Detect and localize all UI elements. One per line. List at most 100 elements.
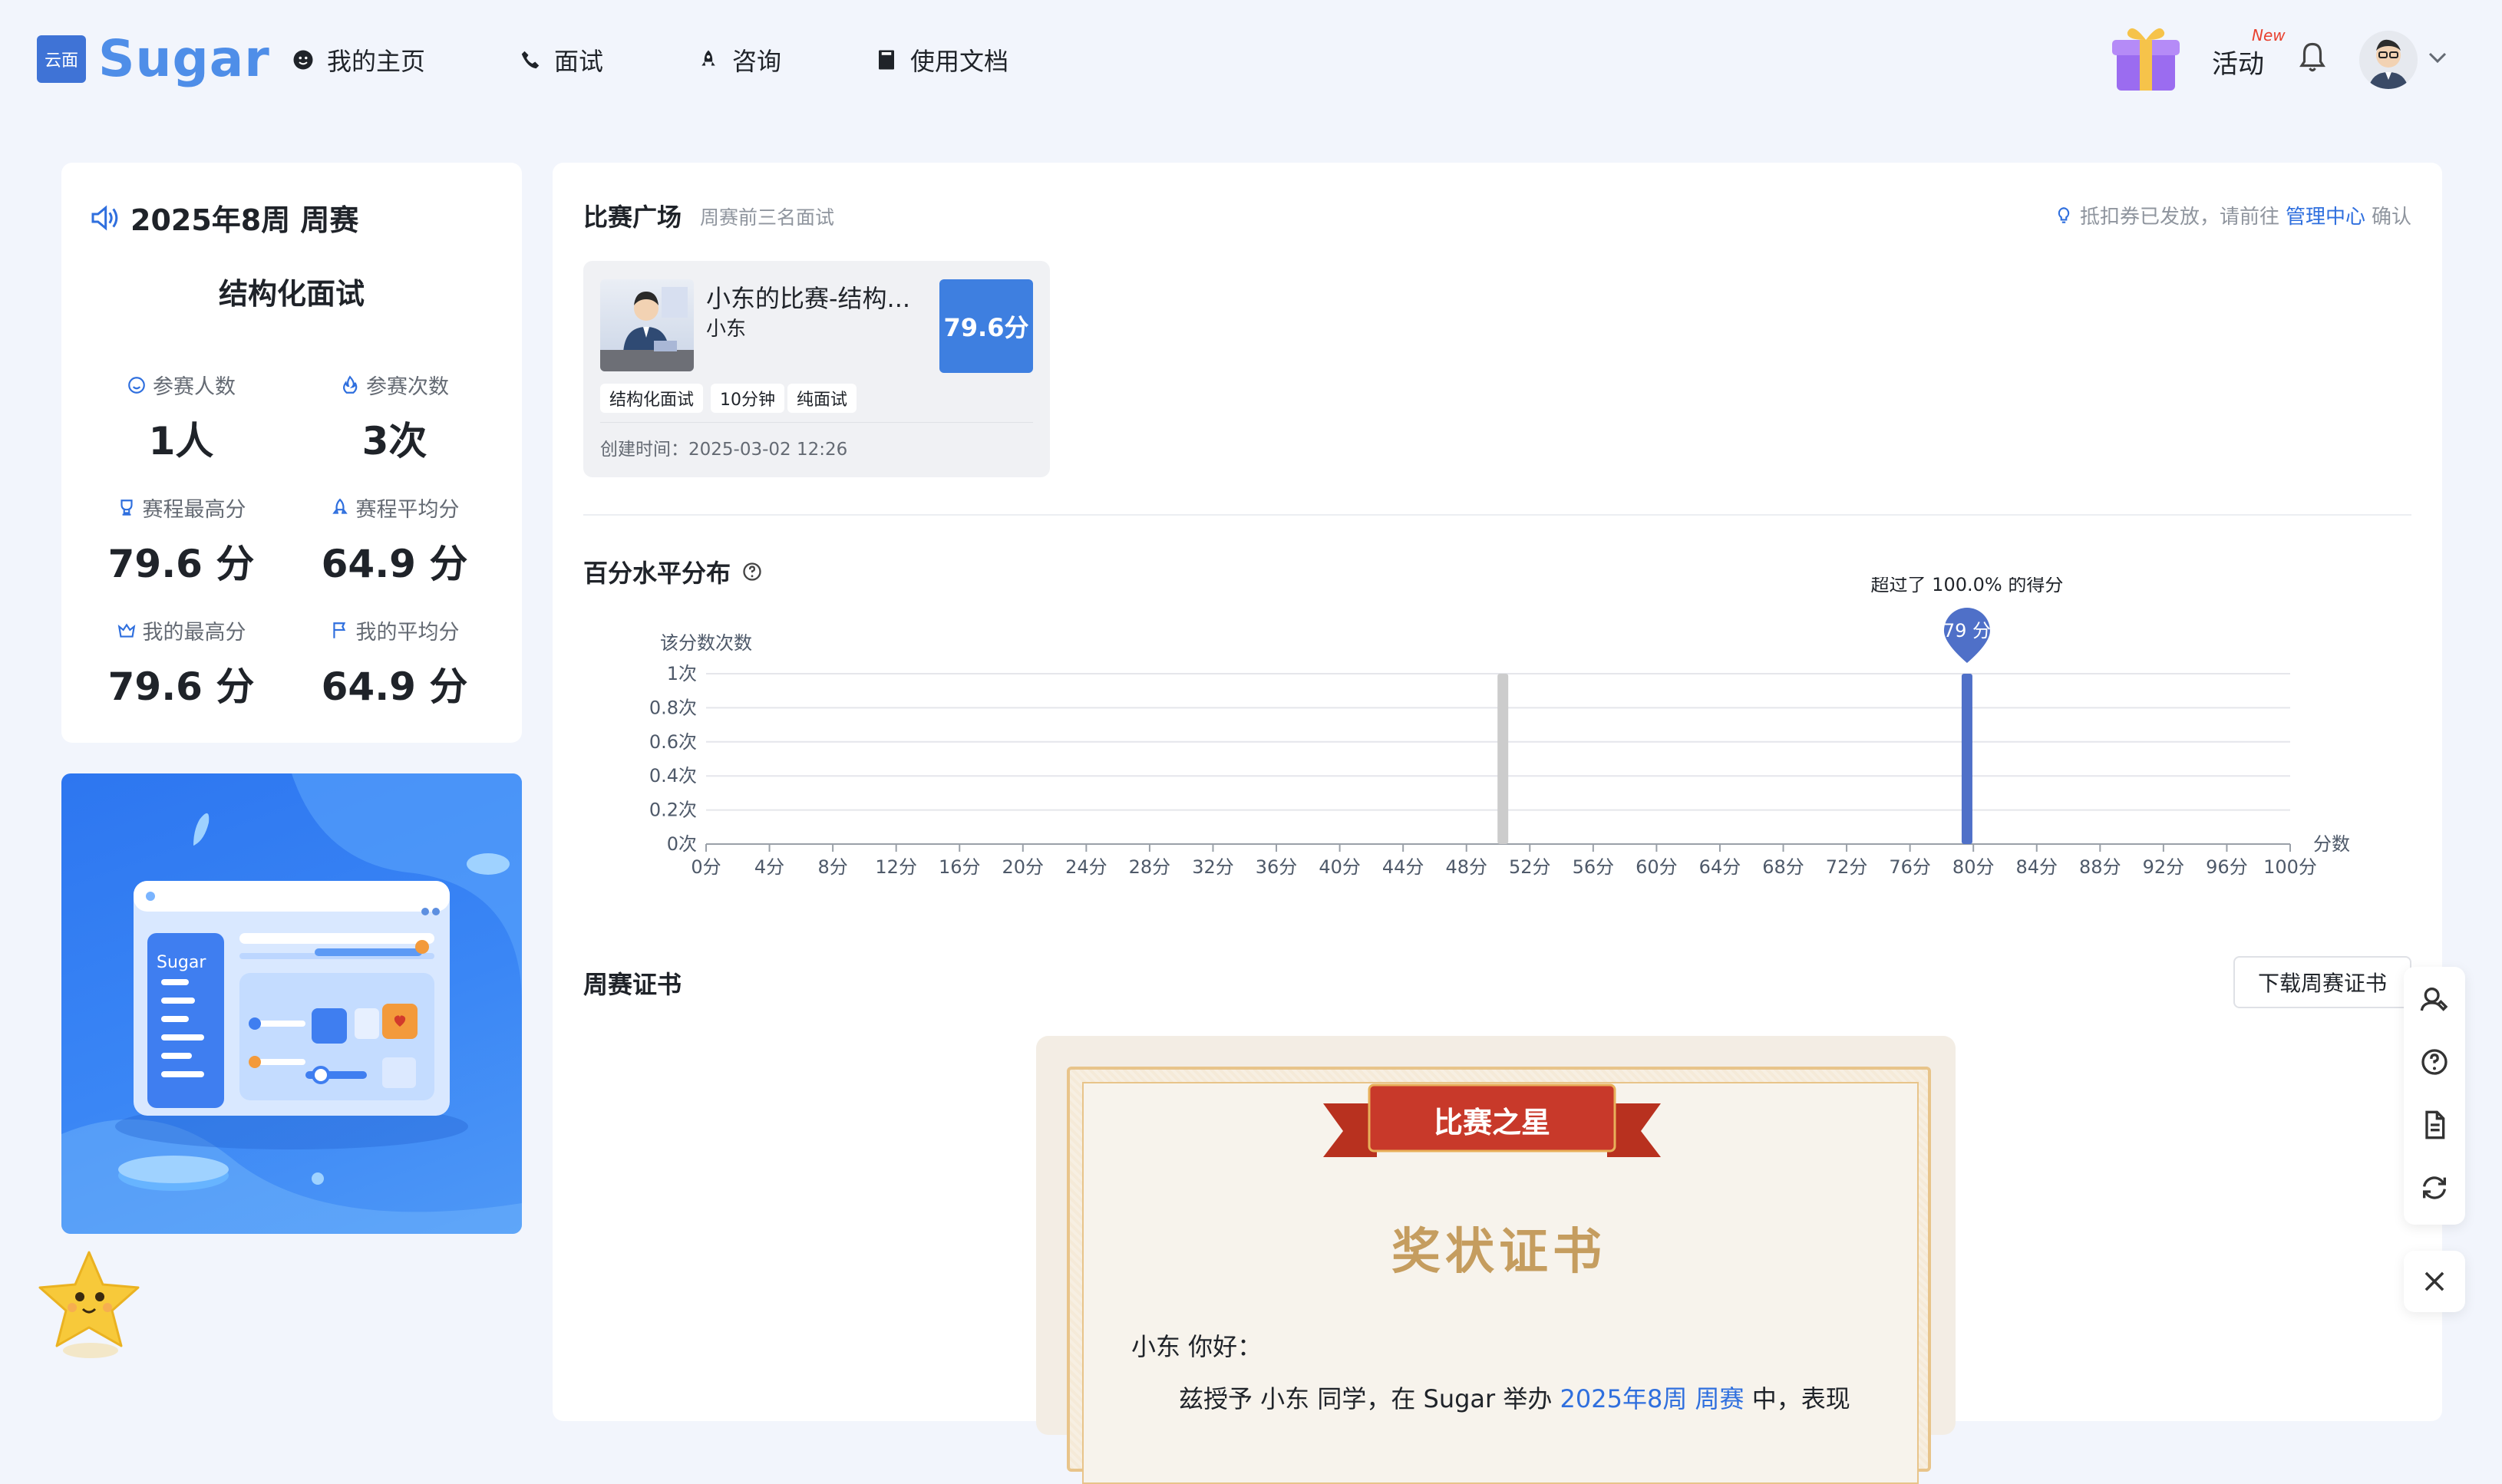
rocket-icon bbox=[332, 498, 348, 514]
competition-thumbnail bbox=[600, 279, 694, 371]
new-badge: New bbox=[2252, 26, 2286, 45]
x-tick-label: 96分 bbox=[2206, 856, 2248, 878]
stat-value: 64.9 分 bbox=[321, 665, 468, 709]
star-mascot-icon[interactable] bbox=[35, 1248, 143, 1363]
competition-title: 比赛广场 bbox=[583, 203, 682, 232]
competition-score: 79.6分 bbox=[939, 279, 1033, 373]
flame-icon bbox=[343, 374, 358, 394]
bar bbox=[1497, 674, 1509, 844]
x-tick-label: 88分 bbox=[2079, 856, 2121, 878]
competition-subtitle: 周赛前三名面试 bbox=[700, 206, 835, 229]
refresh-icon[interactable] bbox=[2419, 1172, 2450, 1203]
x-tick-label: 44分 bbox=[1382, 856, 1424, 878]
x-tick-label: 68分 bbox=[1762, 856, 1804, 878]
stat-value: 3次 bbox=[361, 419, 427, 463]
certificate-body-text: 兹授予 小东 同学，在 Sugar 举办 bbox=[1179, 1384, 1553, 1413]
nav-interview[interactable]: 面试 bbox=[519, 43, 603, 77]
certificate-body: 兹授予 小东 同学，在 Sugar 举办 2025年8周 周赛 中，表现 bbox=[1179, 1380, 1850, 1415]
certificate-title: 奖状证书 bbox=[1391, 1224, 1606, 1281]
stat-my-avg: 我的平均分 64.9 分 bbox=[302, 615, 487, 711]
x-tick-label: 80分 bbox=[1952, 856, 1995, 878]
stats-subtitle: 结构化面试 bbox=[218, 277, 365, 311]
stats-title-text: 2025年8周 周赛 bbox=[130, 203, 359, 237]
stat-value: 79.6 分 bbox=[107, 542, 255, 586]
phone-icon bbox=[521, 51, 540, 69]
stat-value: 1人 bbox=[148, 419, 214, 463]
download-certificate-button[interactable]: 下载周赛证书 bbox=[2233, 956, 2411, 1008]
help-icon[interactable] bbox=[2419, 1047, 2450, 1077]
stat-participants: 参赛人数 1人 bbox=[89, 370, 273, 466]
nav-home[interactable]: 我的主页 bbox=[292, 43, 425, 77]
competition-owner: 小东 bbox=[706, 318, 747, 341]
activity-link[interactable]: 活动 bbox=[2212, 43, 2264, 81]
x-tick-label: 92分 bbox=[2143, 856, 2185, 878]
promo-window-label: Sugar bbox=[157, 953, 206, 972]
y-axis-label: 该分数次数 bbox=[660, 632, 752, 654]
x-tick-label: 76分 bbox=[1889, 856, 1931, 878]
y-tick-label: 0.4次 bbox=[649, 765, 697, 787]
x-tick-label: 60分 bbox=[1636, 856, 1678, 878]
stat-label: 参赛次数 bbox=[366, 375, 449, 399]
stat-attempts: 参赛次数 3次 bbox=[302, 370, 487, 466]
nav-docs[interactable]: 使用文档 bbox=[875, 43, 1008, 77]
stat-my-max: 我的最高分 79.6 分 bbox=[89, 615, 273, 711]
x-tick-label: 100分 bbox=[2263, 856, 2317, 878]
interviewer-illustration-icon bbox=[600, 287, 694, 371]
user-avatar[interactable] bbox=[2359, 31, 2418, 89]
section-divider bbox=[583, 514, 2411, 516]
certificate-frame: 比赛之星 奖状证书 小东 你好： 兹授予 小东 同学，在 Sugar 举办 20… bbox=[1067, 1067, 1931, 1484]
crown-icon bbox=[117, 622, 135, 638]
floating-toolbar bbox=[2404, 967, 2465, 1225]
nav-consult[interactable]: 咨询 bbox=[697, 43, 781, 77]
stat-label: 赛程最高分 bbox=[142, 498, 246, 522]
notice-tail: 确认 bbox=[2371, 206, 2411, 229]
nav-interview-label: 面试 bbox=[554, 47, 604, 76]
document-icon[interactable] bbox=[2419, 1110, 2450, 1140]
x-tick-label: 48分 bbox=[1445, 856, 1487, 878]
y-tick-label: 1次 bbox=[667, 663, 697, 684]
trophy-icon bbox=[120, 499, 133, 516]
competition-card[interactable]: 小东的比赛-结构... 小东 79.6分 结构化面试 10分钟 纯面试 创建时间… bbox=[583, 261, 1050, 477]
nav-consult-label: 咨询 bbox=[732, 47, 782, 76]
score-tooltip: 超过了 100.0% 的得分 bbox=[1871, 577, 2064, 595]
x-tick-label: 16分 bbox=[939, 856, 981, 878]
avatar-portrait-icon bbox=[2359, 31, 2418, 89]
x-tick-label: 52分 bbox=[1509, 856, 1551, 878]
rocket-icon bbox=[701, 50, 715, 66]
stat-label: 我的最高分 bbox=[142, 621, 246, 645]
close-icon bbox=[2424, 1271, 2444, 1291]
x-tick-label: 56分 bbox=[1573, 856, 1615, 878]
nav-docs-label: 使用文档 bbox=[910, 47, 1009, 76]
notice-text: 抵扣券已发放，请前往 bbox=[2079, 206, 2279, 229]
chevron-down-icon[interactable] bbox=[2427, 49, 2448, 66]
customer-service-icon[interactable] bbox=[2419, 984, 2450, 1014]
stat-value: 64.9 分 bbox=[321, 542, 468, 586]
x-tick-label: 32分 bbox=[1192, 856, 1234, 878]
distribution-chart: 该分数次数 0次 0.2次 0.4次 0.6次 0.8次 1次 0分 4分 8分 12分 16分 20分… bbox=[649, 577, 2350, 878]
x-tick-label: 40分 bbox=[1319, 856, 1361, 878]
notice: 抵扣券已发放，请前往 管理中心 确认 bbox=[2054, 201, 2411, 229]
stat-label: 赛程平均分 bbox=[355, 498, 460, 522]
ribbon-label: 比赛之星 bbox=[1433, 1106, 1550, 1139]
logo-badge[interactable]: 云面 bbox=[37, 35, 86, 83]
competition-name[interactable]: 小东的比赛-结构... bbox=[706, 279, 929, 315]
x-tick-label: 72分 bbox=[1826, 856, 1868, 878]
main-panel: 比赛广场 周赛前三名面试 抵扣券已发放，请前往 管理中心 确认 小东的比赛-结构… bbox=[553, 163, 2442, 1484]
stats-title: 2025年8周 周赛 bbox=[89, 196, 358, 239]
lightbulb-icon bbox=[2058, 206, 2070, 223]
logo-text[interactable]: Sugar bbox=[98, 29, 270, 88]
admin-center-link[interactable]: 管理中心 bbox=[2286, 201, 2365, 229]
x-tick-label: 84分 bbox=[2015, 856, 2058, 878]
stat-value: 79.6 分 bbox=[107, 665, 255, 709]
stat-avg-score: 赛程平均分 64.9 分 bbox=[302, 493, 487, 589]
certificate-body-tail: 中，表现 bbox=[1751, 1384, 1850, 1413]
gift-icon[interactable] bbox=[2109, 18, 2183, 95]
promo-illustration[interactable]: Sugar bbox=[61, 773, 522, 1234]
bell-icon[interactable] bbox=[2296, 40, 2329, 75]
x-tick-label: 0分 bbox=[691, 856, 721, 878]
close-toolbar-button[interactable] bbox=[2404, 1251, 2465, 1312]
certificate-section-title: 周赛证书 bbox=[583, 970, 682, 999]
certificate-competition-link[interactable]: 2025年8周 周赛 bbox=[1560, 1384, 1744, 1413]
y-tick-label: 0.8次 bbox=[649, 697, 697, 718]
smile-icon bbox=[128, 376, 145, 394]
